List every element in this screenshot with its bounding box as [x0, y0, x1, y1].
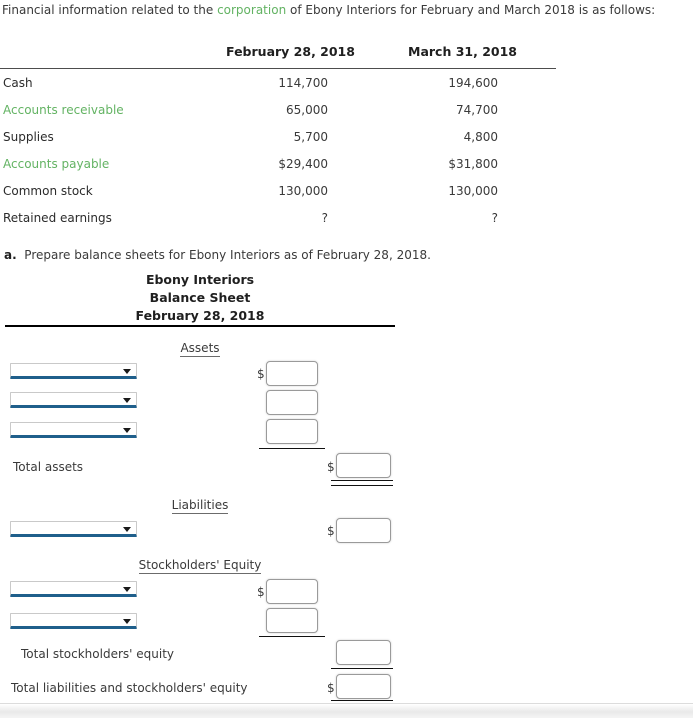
asset-amount-input-3[interactable] [266, 419, 318, 444]
column-header-march: March 31, 2018 [408, 44, 517, 59]
total-stockholders-equity-label: Total stockholders' equity [21, 647, 175, 661]
row-value-supplies-mar: 4,800 [463, 130, 498, 144]
table-header-row: February 28, 2018 March 31, 2018 [0, 44, 556, 68]
chevron-down-icon [123, 369, 131, 374]
table-row: Retained earnings ? ? [0, 211, 556, 238]
assets-subtotal-rule [259, 448, 325, 449]
total-liabilities-and-equity-input[interactable] [336, 674, 391, 699]
total-assets-input[interactable] [336, 453, 391, 478]
row-label-retained-earnings: Retained earnings [3, 211, 112, 225]
liability-amount-input-1[interactable] [336, 518, 391, 543]
row-value-common-stock-mar: 130,000 [448, 184, 498, 198]
row-value-supplies-feb: 5,700 [293, 130, 328, 144]
table-row: Common stock 130,000 130,000 [0, 184, 556, 211]
row-value-cash-mar: 194,600 [448, 76, 498, 90]
column-header-february: February 28, 2018 [226, 44, 355, 59]
requirement-a: a. Prepare balance sheets for Ebony Inte… [4, 248, 431, 262]
equity-amount-input-2[interactable] [266, 608, 318, 633]
row-value-accounts-payable-feb: $29,400 [278, 157, 328, 171]
liability-account-select-1[interactable] [10, 521, 137, 537]
requirement-letter: a. [4, 248, 17, 262]
requirement-text: Prepare balance sheets for Ebony Interio… [24, 248, 431, 262]
company-name: Ebony Interiors [145, 272, 255, 287]
row-label-cash: Cash [3, 76, 33, 90]
row-value-retained-earnings-feb: ? [321, 211, 328, 225]
equity-subtotal-rule [259, 636, 325, 637]
total-assets-label: Total assets [13, 460, 84, 474]
row-value-retained-earnings-mar: ? [491, 211, 498, 225]
corporation-term[interactable]: corporation [217, 3, 286, 17]
row-label-common-stock: Common stock [3, 184, 93, 198]
currency-symbol: $ [257, 585, 265, 599]
balance-sheet-heading: Ebony Interiors Balance Sheet February 2… [5, 271, 395, 325]
financial-data-table: February 28, 2018 March 31, 2018 [0, 44, 556, 68]
statement-date: February 28, 2018 [135, 308, 265, 323]
total-stockholders-equity-input[interactable] [336, 640, 391, 665]
asset-amount-input-2[interactable] [266, 390, 318, 415]
asset-account-select-2[interactable] [10, 392, 137, 408]
currency-symbol: $ [257, 367, 265, 381]
table-row: Accounts receivable 65,000 74,700 [0, 103, 556, 130]
chevron-down-icon [123, 619, 131, 624]
total-liabilities-and-equity-label: Total liabilities and stockholders' equi… [11, 681, 248, 695]
intro-text-after: of Ebony Interiors for February and Marc… [286, 3, 656, 17]
asset-account-select-1[interactable] [10, 363, 137, 379]
table-body: Cash 114,700 194,600 Accounts receivable… [0, 76, 556, 238]
currency-symbol: $ [327, 524, 335, 538]
total-stockholders-equity-rule [331, 668, 393, 669]
currency-symbol: $ [327, 681, 335, 695]
section-caption-stockholders-equity: Stockholders' Equity [138, 558, 262, 574]
chevron-down-icon [123, 428, 131, 433]
balance-sheet-heading-rule [5, 325, 395, 327]
row-value-cash-feb: 114,700 [278, 76, 328, 90]
row-value-accounts-receivable-mar: 74,700 [456, 103, 498, 117]
table-row: Cash 114,700 194,600 [0, 76, 556, 103]
intro-text: Financial information related to the cor… [2, 2, 690, 18]
section-caption-liabilities: Liabilities [171, 498, 229, 514]
equity-amount-input-1[interactable] [266, 579, 318, 604]
row-value-accounts-payable-mar: $31,800 [448, 157, 498, 171]
currency-symbol: $ [327, 460, 335, 474]
table-header-rule [0, 68, 556, 69]
table-row: Accounts payable $29,400 $31,800 [0, 157, 556, 184]
row-value-common-stock-feb: 130,000 [278, 184, 328, 198]
chevron-down-icon [123, 587, 131, 592]
intro-text-before: Financial information related to the [2, 3, 218, 17]
asset-account-select-3[interactable] [10, 422, 137, 438]
row-value-accounts-receivable-feb: 65,000 [286, 103, 328, 117]
row-label-supplies: Supplies [3, 130, 54, 144]
statement-name: Balance Sheet [149, 290, 251, 305]
section-caption-assets: Assets [180, 341, 220, 357]
table-row: Supplies 5,700 4,800 [0, 130, 556, 157]
total-assets-double-rule [331, 480, 393, 486]
equity-account-select-2[interactable] [10, 613, 137, 629]
asset-amount-input-1[interactable] [266, 361, 318, 386]
chevron-down-icon [123, 398, 131, 403]
chevron-down-icon [123, 527, 131, 532]
row-label-accounts-payable[interactable]: Accounts payable [3, 157, 109, 171]
bottom-edge-bar [0, 703, 693, 718]
equity-account-select-1[interactable] [10, 581, 137, 597]
row-label-accounts-receivable[interactable]: Accounts receivable [3, 103, 124, 117]
